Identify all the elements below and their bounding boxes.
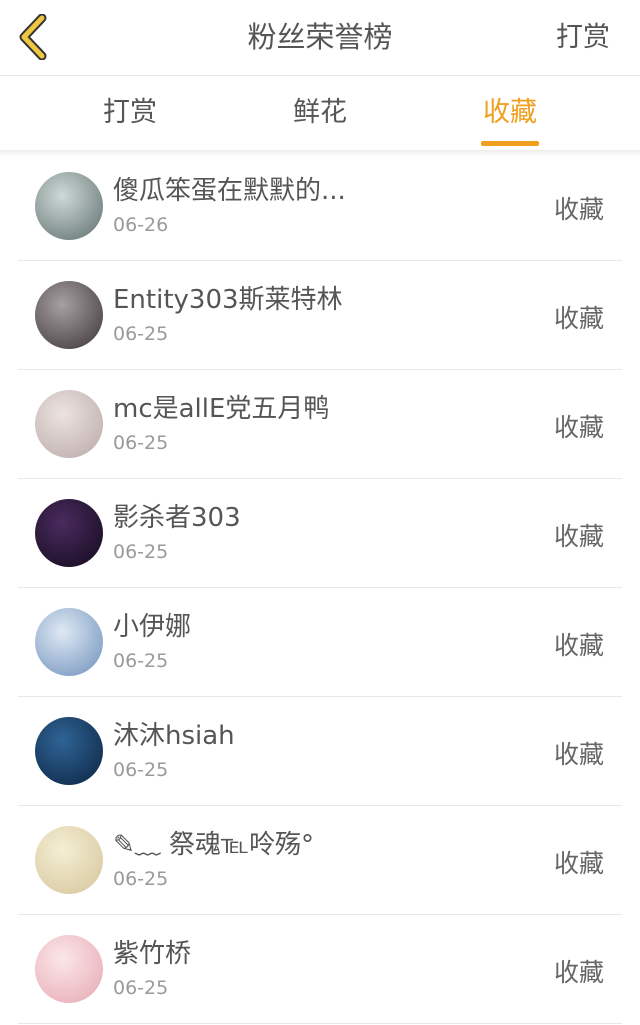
list-item[interactable]: 影杀者303 06-25 收藏 [18,479,622,588]
avatar[interactable] [35,390,103,458]
fan-date: 06-25 [113,650,169,672]
fan-name: 影杀者303 [113,503,241,533]
support-type: 收藏 [553,958,604,987]
list-item[interactable]: 紫竹桥 06-25 收藏 [18,915,622,1024]
support-type: 收藏 [553,522,604,551]
fan-name: 紫竹桥 [113,939,192,969]
active-tab-indicator [481,141,539,146]
support-type: 收藏 [553,195,604,224]
tab-reward[interactable]: 打赏 [70,76,190,150]
fan-list: 傻瓜笨蛋在默默的... 06-26 收藏 Entity303斯莱特林 06-25 收藏 mc… [0,152,640,1024]
top-bar: 粉丝荣誉榜 打赏 [0,0,640,76]
fan-name: 小伊娜 [113,612,192,642]
fan-date: 06-25 [113,541,169,563]
list-item[interactable]: Entity303斯莱特林 06-25 收藏 [18,261,622,370]
fan-name: 傻瓜笨蛋在默默的... [113,176,346,206]
list-item[interactable]: 沐沐hsiah 06-25 收藏 [18,697,622,806]
avatar[interactable] [35,935,103,1003]
support-type: 收藏 [553,631,604,660]
support-type: 收藏 [553,849,604,878]
list-item[interactable]: 傻瓜笨蛋在默默的... 06-26 收藏 [18,152,622,261]
reward-button[interactable]: 打赏 [556,0,610,75]
tab-bar: 打赏 鲜花 收藏 [0,76,640,150]
fan-date: 06-25 [113,868,169,890]
support-type: 收藏 [553,304,604,333]
fan-name: Entity303斯莱特林 [113,285,343,315]
avatar[interactable] [35,281,103,349]
avatar[interactable] [35,608,103,676]
avatar[interactable] [35,826,103,894]
list-item[interactable]: ✎﹏ 祭魂℡呤殇° 06-25 收藏 [18,806,622,915]
tab-favorites[interactable]: 收藏 [450,76,570,150]
list-item[interactable]: mc是allE党五月鸭 06-25 收藏 [18,370,622,479]
support-type: 收藏 [553,740,604,769]
fan-date: 06-25 [113,323,169,345]
fan-date: 06-25 [113,977,169,999]
fan-date: 06-25 [113,432,169,454]
avatar[interactable] [35,499,103,567]
fan-name: ✎﹏ 祭魂℡呤殇° [113,830,314,860]
tab-flowers[interactable]: 鲜花 [260,76,380,150]
fan-date: 06-26 [113,214,169,236]
page-title: 粉丝荣誉榜 [247,20,393,54]
avatar[interactable] [35,717,103,785]
list-item[interactable]: 小伊娜 06-25 收藏 [18,588,622,697]
fan-date: 06-25 [113,759,169,781]
fan-name: 沐沐hsiah [113,721,235,751]
support-type: 收藏 [553,413,604,442]
fan-name: mc是allE党五月鸭 [113,394,330,424]
avatar[interactable] [35,172,103,240]
